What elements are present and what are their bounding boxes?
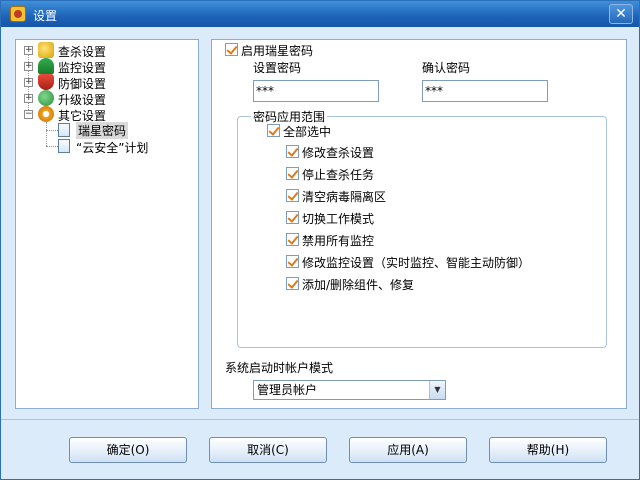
- tree-label: 瑞星密码: [76, 122, 129, 139]
- account-mode-label: 系统启动时帐户模式: [225, 361, 334, 375]
- collapse-icon[interactable]: −: [24, 110, 33, 119]
- tree-guide-branch: [46, 146, 58, 147]
- expand-icon[interactable]: +: [24, 46, 33, 55]
- tree-guide-line-child: [46, 122, 47, 146]
- apply-button[interactable]: 应用(A): [349, 437, 467, 463]
- tree-label: 查杀设置: [58, 45, 107, 59]
- cancel-button[interactable]: 取消(C): [209, 437, 327, 463]
- scope-option-checkbox[interactable]: [286, 255, 299, 268]
- expand-icon[interactable]: +: [24, 78, 33, 87]
- window-title: 设置: [33, 9, 58, 23]
- scope-option-checkbox[interactable]: [286, 211, 299, 224]
- account-mode-value: 管理员帐户: [257, 383, 318, 397]
- scope-option-label: 清空病毒隔离区: [302, 190, 387, 204]
- account-mode-select[interactable]: 管理员帐户 ▼: [253, 380, 446, 400]
- expand-icon[interactable]: +: [24, 94, 33, 103]
- footer-divider: [1, 419, 639, 420]
- umbrella-icon: [38, 58, 54, 74]
- set-password-label: 设置密码: [253, 61, 302, 75]
- magnifier-icon: [38, 42, 54, 58]
- tree-guide-branch: [46, 130, 58, 131]
- set-password-field[interactable]: ***: [253, 80, 379, 102]
- scope-option-checkbox[interactable]: [286, 277, 299, 290]
- tree-label: “云安全”计划: [76, 141, 149, 155]
- scope-option-label: 停止查杀任务: [302, 168, 375, 182]
- close-button[interactable]: ✕: [609, 4, 633, 24]
- confirm-password-label: 确认密码: [422, 61, 471, 75]
- select-all-label: 全部选中: [283, 125, 332, 139]
- help-button[interactable]: 帮助(H): [489, 437, 607, 463]
- settings-tree: + 查杀设置 + 监控设置 + 防御设置 + 升级设置 − 其它设置 瑞星密码: [15, 39, 199, 409]
- rising-logo-icon: [10, 6, 26, 22]
- scope-option-checkbox[interactable]: [286, 233, 299, 246]
- chevron-down-icon[interactable]: ▼: [429, 381, 445, 399]
- gear-icon: [38, 106, 54, 122]
- scope-option-label: 修改查杀设置: [302, 146, 375, 160]
- enable-password-label: 启用瑞星密码: [241, 44, 314, 58]
- select-all-checkbox[interactable]: [267, 124, 280, 137]
- scope-option-label: 禁用所有监控: [302, 234, 375, 248]
- tree-label: 监控设置: [58, 61, 107, 75]
- scope-option-label: 添加/删除组件、修复: [302, 278, 415, 292]
- scope-option-label: 修改监控设置（实时监控、智能主动防御）: [302, 256, 531, 270]
- scope-option-checkbox[interactable]: [286, 167, 299, 180]
- tree-label: 防御设置: [58, 77, 107, 91]
- settings-window: 设置 ✕ + 查杀设置 + 监控设置 + 防御设置 + 升级设置 − 其它设置 …: [0, 0, 640, 480]
- tree-label: 升级设置: [58, 93, 107, 107]
- confirm-password-field[interactable]: ***: [422, 80, 548, 102]
- scope-option-checkbox[interactable]: [286, 189, 299, 202]
- scope-option-label: 切换工作模式: [302, 212, 375, 226]
- update-check-icon: [38, 90, 54, 106]
- ok-button[interactable]: 确定(O): [69, 437, 187, 463]
- title-bar[interactable]: 设置 ✕: [1, 1, 639, 27]
- document-icon: [58, 139, 70, 153]
- shield-icon: [38, 74, 54, 90]
- scope-option-checkbox[interactable]: [286, 145, 299, 158]
- document-icon: [58, 123, 70, 137]
- enable-password-checkbox[interactable]: [225, 43, 238, 56]
- expand-icon[interactable]: +: [24, 62, 33, 71]
